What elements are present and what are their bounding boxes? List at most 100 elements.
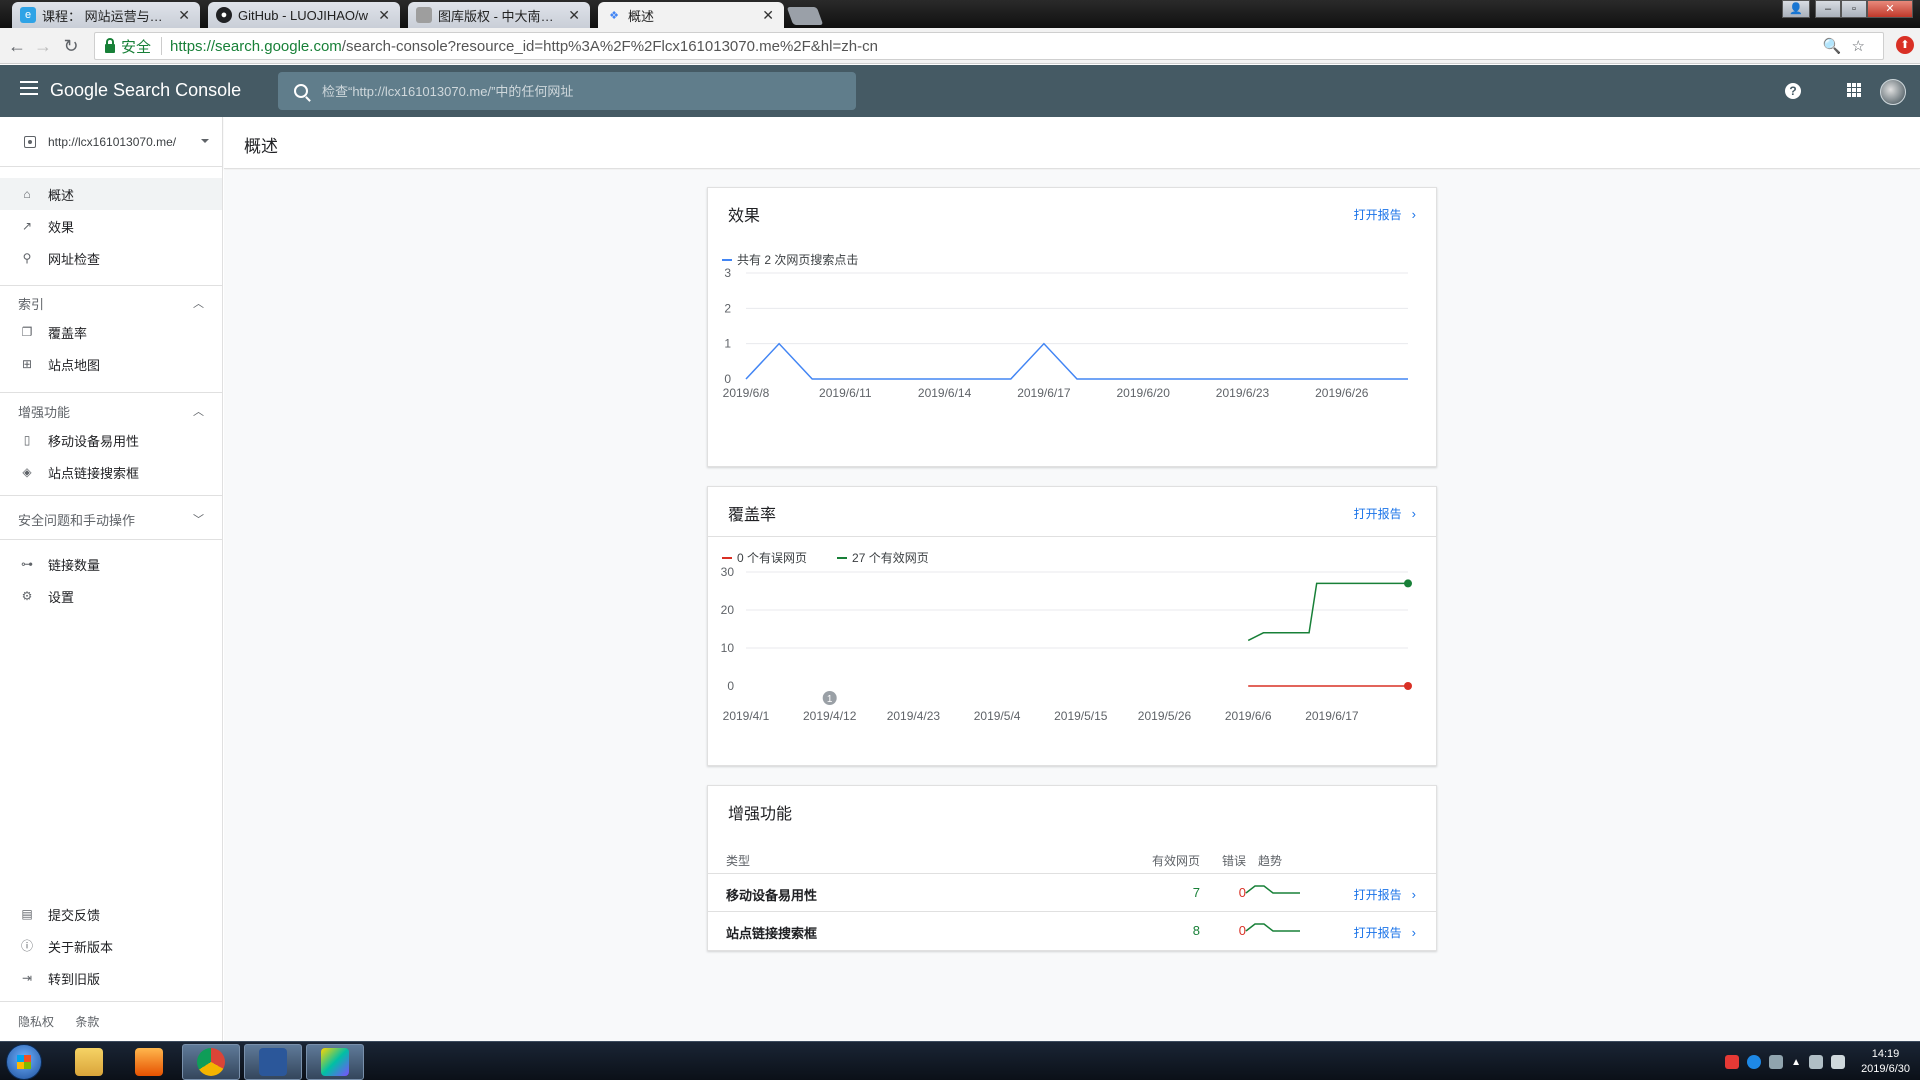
close-tab-icon[interactable]: ✕ bbox=[762, 7, 774, 24]
forward-button[interactable]: → bbox=[32, 35, 54, 57]
row-name: 移动设备易用性 bbox=[726, 888, 818, 903]
tab-title: 图库版权 - 中大南方大数 bbox=[438, 8, 562, 24]
input-method-icon[interactable] bbox=[1725, 1055, 1740, 1069]
privacy-link[interactable]: 隐私权 bbox=[18, 1015, 54, 1029]
app-logo[interactable]: Google Search Console bbox=[50, 80, 241, 101]
search-input[interactable] bbox=[322, 83, 856, 99]
chrome-taskbar-button[interactable] bbox=[182, 1044, 240, 1080]
hamburger-menu-icon[interactable] bbox=[20, 81, 38, 95]
url-inspection-search[interactable] bbox=[278, 72, 856, 110]
browser-tab-strip: e 课程： 网站运营与管理_ ✕ ● GitHub - LUOJIHAO/w ✕… bbox=[0, 0, 1920, 29]
tab-title: 概述 bbox=[628, 9, 655, 24]
nav-item-about[interactable]: ⓘ 关于新版本 bbox=[0, 930, 222, 962]
app-icon bbox=[321, 1048, 349, 1076]
nav-item-performance[interactable]: ↗ 效果 bbox=[0, 210, 222, 242]
chevron-up-icon[interactable]: ︿ bbox=[193, 403, 204, 419]
minimize-button[interactable]: – bbox=[1815, 0, 1841, 18]
flag-icon[interactable] bbox=[1831, 1055, 1846, 1069]
table-row[interactable]: 站点链接搜索框 8 0 打开报告 › bbox=[708, 911, 1436, 949]
close-tab-icon[interactable]: ✕ bbox=[378, 7, 390, 24]
close-tab-icon[interactable]: ✕ bbox=[568, 7, 580, 24]
x-tick-label: 2019/6/11 bbox=[819, 386, 872, 400]
page-header: 概述 bbox=[224, 117, 1920, 169]
section-security[interactable]: 安全问题和手动操作 bbox=[18, 510, 135, 529]
coverage-chart[interactable]: 0 10 20 30 2019/4/1 2019/4/12 2019/4/23 2019/5/… bbox=[708, 562, 1436, 762]
sparkline-path bbox=[1245, 923, 1300, 932]
nav-label: 设置 bbox=[48, 589, 75, 605]
divider bbox=[0, 495, 223, 496]
performance-chart[interactable]: 0 1 2 3 2019/6/8 2019/6/11 2019/6/14 2019/6/17 2… bbox=[708, 263, 1436, 463]
app-taskbar-button[interactable] bbox=[306, 1044, 364, 1080]
nav-item-old-version[interactable]: ⇥ 转到旧版 bbox=[0, 962, 222, 994]
open-report-link[interactable]: 打开报告 › bbox=[1354, 206, 1416, 223]
nav-item-feedback[interactable]: ▤ 提交反馈 bbox=[0, 898, 222, 930]
screen: e 课程： 网站运营与管理_ ✕ ● GitHub - LUOJIHAO/w ✕… bbox=[0, 0, 1920, 1080]
play-icon bbox=[135, 1048, 163, 1076]
reload-button[interactable]: ↻ bbox=[60, 35, 82, 57]
network-icon[interactable] bbox=[1769, 1055, 1784, 1069]
close-tab-icon[interactable]: ✕ bbox=[178, 7, 190, 24]
column-header-type: 类型 bbox=[726, 854, 751, 868]
lock-icon bbox=[105, 37, 115, 53]
nav-item-overview[interactable]: ⌂ 概述 bbox=[0, 178, 222, 210]
clock[interactable]: 14:19 2019/6/30 bbox=[1861, 1047, 1910, 1077]
chevron-right-icon: › bbox=[1411, 506, 1416, 521]
nav-item-sitemaps[interactable]: ⊞ 站点地图 bbox=[0, 348, 222, 380]
maximize-button[interactable]: ▫ bbox=[1841, 0, 1867, 18]
table-row[interactable]: 移动设备易用性 7 0 打开报告 › bbox=[708, 873, 1436, 911]
property-selector[interactable]: http://lcx161013070.me/ bbox=[0, 117, 223, 167]
main-content: 效果 打开报告 › 共有 2 次网页搜索点击 0 1 2 3 2019/6/8 2019/… bbox=[224, 170, 1920, 1041]
avatar[interactable] bbox=[1880, 79, 1906, 105]
nav-item-coverage[interactable]: ❐ 覆盖率 bbox=[0, 316, 222, 348]
nav-item-mobile-usability[interactable]: ▯ 移动设备易用性 bbox=[0, 424, 222, 456]
word-taskbar-button[interactable] bbox=[244, 1044, 302, 1080]
close-window-button[interactable]: ✕ bbox=[1867, 0, 1913, 18]
copy-icon: ❐ bbox=[21, 325, 33, 339]
sitemap-icon: ⊞ bbox=[21, 357, 33, 371]
chrome-icon bbox=[197, 1048, 225, 1076]
nav-item-links[interactable]: ⊶ 链接数量 bbox=[0, 548, 222, 580]
show-hidden-icons-icon[interactable]: ▲ bbox=[1791, 1057, 1801, 1068]
apps-grid-icon[interactable] bbox=[1847, 83, 1861, 97]
browser-tab[interactable]: 图库版权 - 中大南方大数 ✕ bbox=[408, 2, 590, 28]
sidebar: http://lcx161013070.me/ ⌂ 概述 ↗ 效果 ⚲ 网址检查… bbox=[0, 117, 223, 1041]
media-player-taskbar-button[interactable] bbox=[120, 1044, 178, 1080]
volume-icon[interactable] bbox=[1809, 1055, 1824, 1069]
search-icon bbox=[294, 84, 308, 98]
y-tick-label: 1 bbox=[724, 337, 731, 351]
browser-tab[interactable]: ● GitHub - LUOJIHAO/w ✕ bbox=[208, 2, 400, 28]
column-header-errors: 错误 bbox=[1221, 854, 1246, 868]
address-bar[interactable]: 安全 https://search.google.com/search-cons… bbox=[94, 32, 1884, 60]
section-index[interactable]: 索引 bbox=[18, 294, 44, 313]
extension-icon[interactable]: ⬆ bbox=[1896, 36, 1914, 54]
help-icon[interactable]: ? bbox=[1785, 83, 1801, 99]
open-report-link[interactable]: 打开报告 › bbox=[1354, 505, 1416, 522]
open-report-link[interactable]: 打开报告 › bbox=[1354, 924, 1416, 941]
nav-item-settings[interactable]: ⚙ 设置 bbox=[0, 580, 222, 612]
help-tray-icon[interactable] bbox=[1747, 1055, 1762, 1069]
open-report-link[interactable]: 打开报告 › bbox=[1354, 886, 1416, 903]
chevron-down-icon[interactable]: ﹀ bbox=[193, 511, 204, 527]
browser-tab-active[interactable]: ❖ 概述 ✕ bbox=[598, 2, 784, 29]
start-button[interactable] bbox=[6, 1044, 42, 1080]
x-tick-label: 2019/4/23 bbox=[887, 709, 941, 723]
gear-icon: ⚙ bbox=[21, 589, 33, 603]
terms-link[interactable]: 条款 bbox=[75, 1015, 99, 1029]
x-tick-label: 2019/6/8 bbox=[723, 386, 770, 400]
new-tab-button[interactable] bbox=[786, 7, 824, 25]
chevron-up-icon[interactable]: ︿ bbox=[193, 295, 204, 311]
nav-item-url-inspection[interactable]: ⚲ 网址检查 bbox=[0, 242, 222, 274]
user-icon[interactable]: 👤 bbox=[1782, 0, 1810, 18]
section-enhancements[interactable]: 增强功能 bbox=[18, 402, 70, 421]
back-button[interactable]: ← bbox=[6, 35, 28, 57]
zoom-and-bookmark-icons[interactable]: 🔍☆ bbox=[1823, 37, 1875, 55]
secure-label: 安全 bbox=[121, 38, 152, 56]
divider bbox=[161, 37, 163, 55]
search-icon: ⚲ bbox=[22, 251, 32, 265]
nav-item-sitelinks-searchbox[interactable]: ◈ 站点链接搜索框 bbox=[0, 456, 222, 488]
layers-icon: ◈ bbox=[22, 465, 32, 479]
explorer-taskbar-button[interactable] bbox=[60, 1044, 118, 1080]
browser-tab[interactable]: e 课程： 网站运营与管理_ ✕ bbox=[12, 2, 200, 28]
x-tick-label: 2019/5/4 bbox=[974, 709, 1021, 723]
property-icon bbox=[24, 135, 36, 148]
